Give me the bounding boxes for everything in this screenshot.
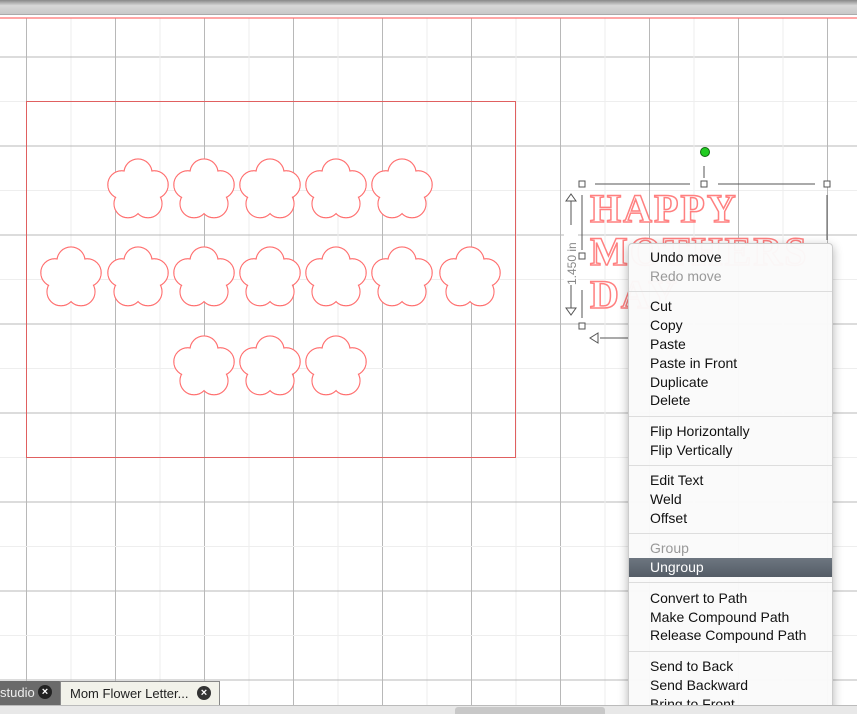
menu-item-paste-in-front[interactable]: Paste in Front <box>629 354 832 373</box>
menu-separator <box>629 415 832 417</box>
resize-handle[interactable] <box>578 180 586 188</box>
flower-shape[interactable] <box>305 158 367 219</box>
menu-item-offset[interactable]: Offset <box>629 509 832 528</box>
height-dimension-label: 1.450 in <box>565 242 579 285</box>
menu-item-paste[interactable]: Paste <box>629 335 832 354</box>
menu-separator <box>629 533 832 535</box>
menu-separator <box>629 290 832 292</box>
flower-shape[interactable] <box>173 158 235 219</box>
tab-studio[interactable]: studio × <box>0 681 65 705</box>
window-toolbar <box>0 0 857 15</box>
menu-item-undo-move[interactable]: Undo move <box>629 248 832 267</box>
menu-item-flip-vertically[interactable]: Flip Vertically <box>629 441 832 460</box>
flower-shape[interactable] <box>173 246 235 307</box>
dimension-arrow-icon <box>565 193 577 202</box>
menu-item-convert-to-path[interactable]: Convert to Path <box>629 589 832 608</box>
menu-item-send-to-back[interactable]: Send to Back <box>629 657 832 676</box>
flower-shape[interactable] <box>305 246 367 307</box>
resize-handle[interactable] <box>578 322 586 330</box>
close-icon[interactable]: × <box>197 686 211 700</box>
menu-item-release-compound-path[interactable]: Release Compound Path <box>629 626 832 645</box>
close-icon[interactable]: × <box>38 685 52 699</box>
horizontal-scrollbar[interactable] <box>455 707 605 714</box>
flower-shape[interactable] <box>371 158 433 219</box>
menu-item-delete[interactable]: Delete <box>629 391 832 410</box>
flower-shape[interactable] <box>305 335 367 396</box>
menu-item-duplicate[interactable]: Duplicate <box>629 373 832 392</box>
menu-item-ungroup[interactable]: Ungroup <box>629 558 832 578</box>
menu-item-copy[interactable]: Copy <box>629 316 832 335</box>
menu-item-send-backward[interactable]: Send Backward <box>629 676 832 695</box>
dimension-arrow-icon <box>589 332 599 344</box>
tab-label: Mom Flower Letter... <box>70 686 189 701</box>
flower-shape[interactable] <box>371 246 433 307</box>
tab-mom-flower-letter[interactable]: Mom Flower Letter... × <box>60 681 220 705</box>
tab-label: studio <box>0 685 35 700</box>
menu-item-redo-move: Redo move <box>650 267 722 284</box>
status-bar <box>0 705 857 714</box>
menu-separator <box>629 464 832 466</box>
design-text-line[interactable]: HAPPY <box>589 185 738 232</box>
flower-shape[interactable] <box>173 335 235 396</box>
menu-item-group: Group <box>650 540 689 557</box>
flower-shapes[interactable] <box>40 158 501 396</box>
menu-item-weld[interactable]: Weld <box>629 490 832 509</box>
context-menu: Undo move Redo move Cut Copy Paste Paste in F… <box>628 243 833 714</box>
menu-item-cut[interactable]: Cut <box>629 297 832 316</box>
document-tabs: studio × Mom Flower Letter... × <box>0 681 230 705</box>
flower-shape[interactable] <box>439 246 501 307</box>
menu-item-edit-text[interactable]: Edit Text <box>629 471 832 490</box>
menu-separator <box>629 582 832 584</box>
flower-shape[interactable] <box>107 158 169 219</box>
resize-handle[interactable] <box>823 180 831 188</box>
dimension-arrow-icon <box>565 307 577 316</box>
menu-item-make-compound-path[interactable]: Make Compound Path <box>629 608 832 627</box>
flower-shape[interactable] <box>107 246 169 307</box>
flower-shape[interactable] <box>40 246 102 307</box>
menu-item-flip-horizontally[interactable]: Flip Horizontally <box>629 422 832 441</box>
resize-handle[interactable] <box>700 180 708 188</box>
rotate-handle[interactable] <box>700 147 710 157</box>
resize-handle[interactable] <box>578 252 586 260</box>
menu-separator <box>629 650 832 652</box>
